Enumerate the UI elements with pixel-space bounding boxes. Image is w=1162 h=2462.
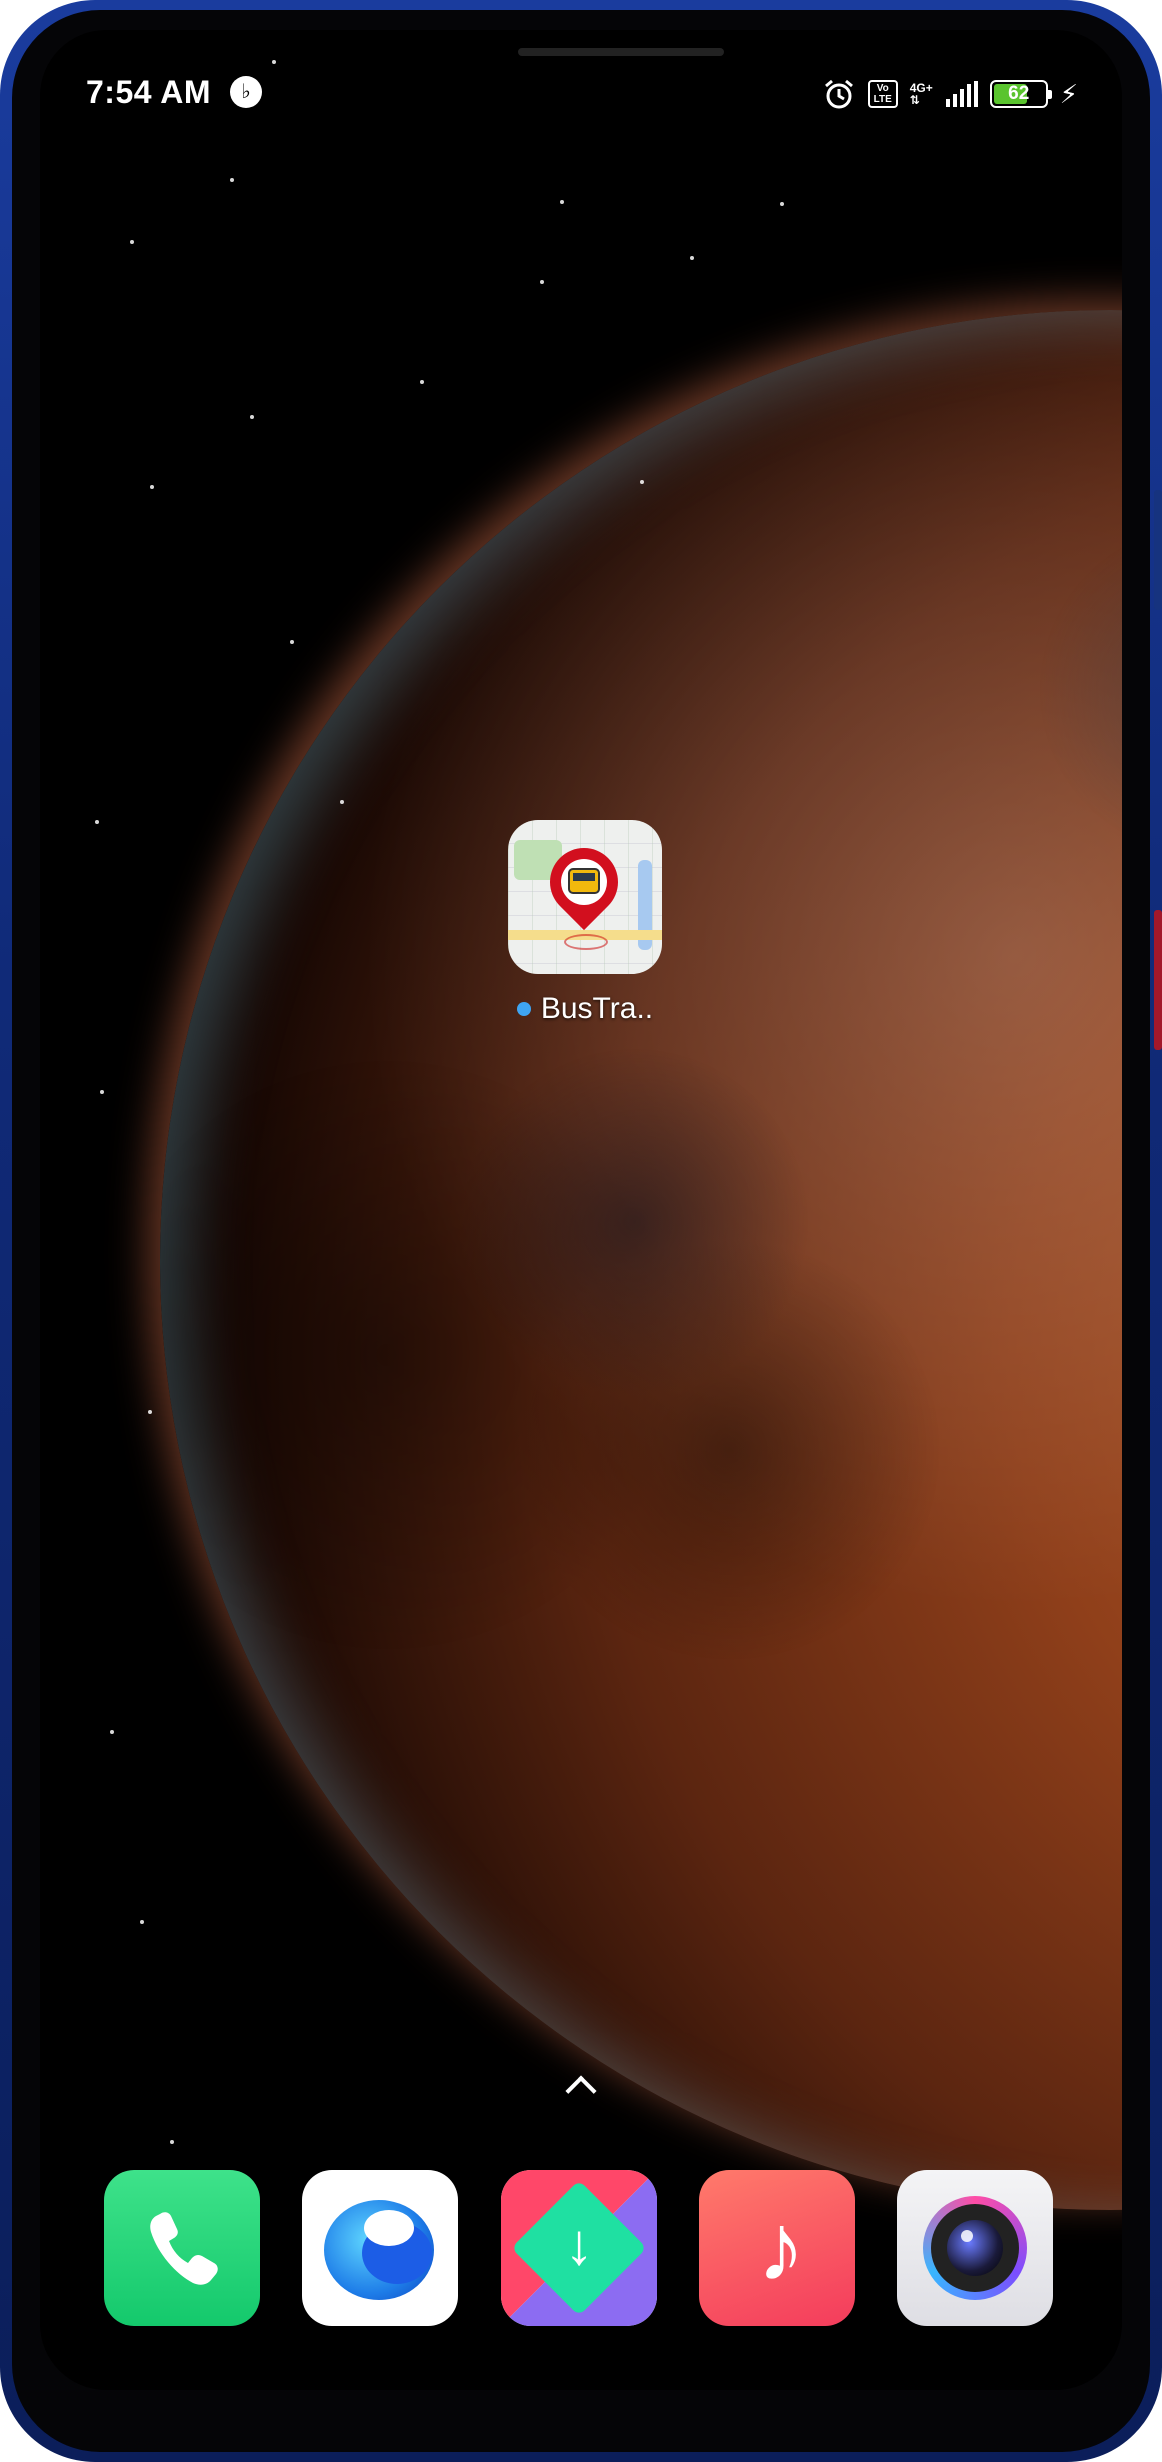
download-arrow-icon: ↓ [564,2212,594,2277]
music-app[interactable]: ♪ [699,2170,855,2326]
clock: 7:54 AM [86,74,212,110]
star [230,178,234,182]
star [640,480,644,484]
pin-shadow [564,934,608,950]
star [540,280,544,284]
music-icon: ♪ [757,2194,805,2301]
browser-app[interactable] [302,2170,458,2326]
star [780,202,784,206]
star [140,1920,144,1924]
star [110,1730,114,1734]
power-button [1154,910,1162,1050]
network-type: 4G+ ⇅ [909,81,933,107]
battery-icon: 62 [989,80,1052,108]
camera-app[interactable] [897,2170,1053,2326]
home-screen: 7:54 AM ♭ Vo LTE 4G+ ⇅ 62 ⚡ BusTra.. ↓ ♪ [40,30,1122,2390]
star [250,415,254,419]
phone-frame: 7:54 AM ♭ Vo LTE 4G+ ⇅ 62 ⚡ BusTra.. ↓ ♪ [0,0,1162,2462]
star [95,820,99,824]
dock: ↓ ♪ [104,2170,1060,2328]
star [130,240,134,244]
camera-lens-glint [961,2230,973,2242]
app-label: BusTra.. [500,992,670,1026]
lightning-bolt-icon: ⚡ [1059,79,1078,109]
star [290,640,294,644]
phone-app[interactable] [104,2170,260,2326]
battery-level: 62 [1008,83,1030,104]
volume-button [1154,490,1162,610]
camera-lens [947,2220,1003,2276]
app-label-text: BusTra.. [540,992,654,1025]
phone-icon [150,2212,218,2285]
star [150,485,154,489]
app-bustracker[interactable]: BusTra.. [500,820,670,1026]
wallpaper [40,30,1122,2390]
star [100,1090,104,1094]
chevron-up-icon[interactable] [558,2070,602,2104]
app-notification-icon: ♭ [230,76,262,108]
new-install-badge [516,1002,531,1016]
browser-icon-highlight [364,2210,414,2246]
volte-label-bottom: LTE [873,94,892,105]
star [340,800,344,804]
status-bar: 7:54 AM ♭ Vo LTE 4G+ ⇅ 62 ⚡ [40,30,1122,130]
bus-icon [568,868,600,894]
volte-label-top: Vo [876,83,889,94]
alarm-clock-icon [822,77,856,111]
status-icons: Vo LTE 4G+ ⇅ 62 ⚡ [822,74,1078,114]
star [690,256,694,260]
star [170,2140,174,2144]
star [148,1410,152,1414]
volte-icon: Vo LTE [867,80,898,108]
app-store-app[interactable]: ↓ [501,2170,657,2326]
mars-wallpaper-planet [160,310,1122,2210]
star [560,200,564,204]
star [420,380,424,384]
signal-bars-icon [945,81,978,107]
bus-tracker-map-pin-icon[interactable] [508,820,662,974]
